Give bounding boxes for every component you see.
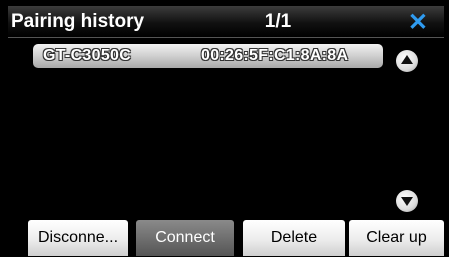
delete-button[interactable]: Delete (243, 220, 345, 256)
pairing-history-screen: Pairing history 1/1 ✕ GT-C3050C 00:26:5F… (8, 0, 444, 257)
button-bar: Disconne... Connect Delete Clear up (8, 220, 444, 257)
title-bar: Pairing history 1/1 ✕ (8, 6, 444, 38)
close-icon[interactable]: ✕ (408, 8, 428, 37)
chevron-up-icon[interactable] (396, 50, 418, 72)
clear-up-button[interactable]: Clear up (349, 220, 444, 256)
device-list: GT-C3050C 00:26:5F:C1:8A:8A (33, 44, 383, 68)
list-item[interactable]: GT-C3050C 00:26:5F:C1:8A:8A (33, 44, 383, 68)
device-name: GT-C3050C (43, 47, 132, 64)
connect-button[interactable]: Connect (136, 220, 234, 256)
page-indicator: 1/1 (264, 11, 292, 32)
chevron-down-icon[interactable] (396, 190, 418, 212)
disconnect-button[interactable]: Disconne... (28, 220, 128, 256)
device-mac: 00:26:5F:C1:8A:8A (201, 47, 349, 64)
page-title: Pairing history (11, 11, 145, 32)
